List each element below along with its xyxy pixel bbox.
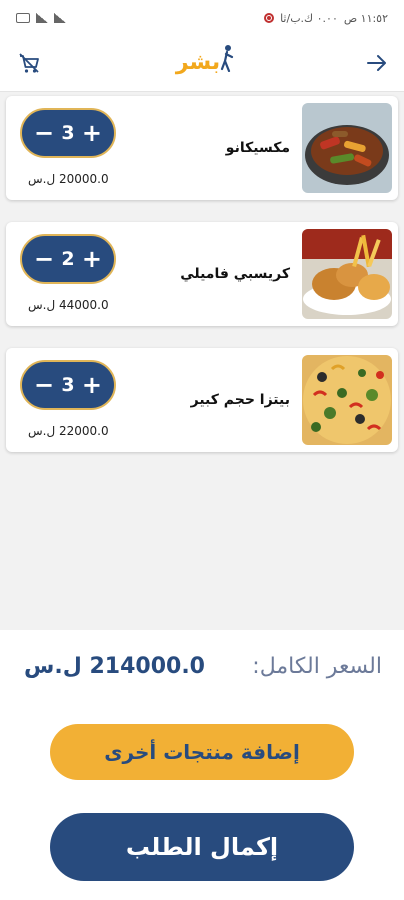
quantity-value: 2 xyxy=(61,248,75,270)
signal-icon-2 xyxy=(54,13,66,23)
quantity-stepper: − 3 + xyxy=(20,360,116,410)
product-name: كريسبي فاميلي xyxy=(180,266,290,282)
total-value: 214000.0 ل.س xyxy=(24,654,205,679)
total-label: السعر الكامل: xyxy=(252,654,382,679)
status-info: ١١:٥٢ ص ٠.٠٠ ك.ب/ثا xyxy=(264,12,388,25)
cart-off-icon xyxy=(19,53,39,73)
quantity-value: 3 xyxy=(61,374,75,396)
app-header: بشر xyxy=(0,36,404,92)
record-icon xyxy=(264,13,275,23)
product-price: 44000.0 ل.س xyxy=(28,298,109,312)
battery-icon xyxy=(16,13,30,23)
arrow-forward-icon xyxy=(367,55,386,71)
quantity-stepper: − 2 + xyxy=(20,234,116,284)
decrease-quantity-button[interactable]: − xyxy=(34,373,54,397)
status-notice: ٠.٠٠ ك.ب/ثا xyxy=(280,11,338,25)
add-more-products-button[interactable]: إضافة منتجات أخرى xyxy=(50,724,354,780)
runner-logo-icon xyxy=(220,45,234,72)
signal-icon xyxy=(36,13,48,23)
product-name: مكسيكانو xyxy=(225,140,290,156)
back-button[interactable] xyxy=(364,50,390,76)
decrease-quantity-button[interactable]: − xyxy=(34,247,54,271)
increase-quantity-button[interactable]: + xyxy=(82,247,102,271)
product-price: 20000.0 ل.س xyxy=(28,172,109,186)
product-image-fajita xyxy=(302,103,392,193)
cart-item-card: بيتزا حجم كبير − 3 + 22000.0 ل.س xyxy=(6,348,398,452)
total-row: السعر الكامل: 214000.0 ل.س xyxy=(0,652,404,686)
product-name: بيتزا حجم كبير xyxy=(190,392,290,408)
product-price: 22000.0 ل.س xyxy=(28,424,109,438)
increase-quantity-button[interactable]: + xyxy=(82,121,102,145)
product-image-pizza xyxy=(302,355,392,445)
quantity-value: 3 xyxy=(61,122,75,144)
logo-text: بشر xyxy=(175,50,221,75)
decrease-quantity-button[interactable]: − xyxy=(34,121,54,145)
product-image-crispy xyxy=(302,229,392,319)
cart-item-card: مكسيكانو − 3 + 20000.0 ل.س xyxy=(6,96,398,200)
complete-order-button[interactable]: إكمال الطلب xyxy=(50,813,354,881)
status-icons xyxy=(16,13,66,23)
cart-item-card: كريسبي فاميلي − 2 + 44000.0 ل.س xyxy=(6,222,398,326)
checkout-panel: السعر الكامل: 214000.0 ل.س إضافة منتجات … xyxy=(0,630,404,900)
clear-cart-button[interactable] xyxy=(16,50,42,76)
status-bar: ١١:٥٢ ص ٠.٠٠ ك.ب/ثا xyxy=(0,0,404,36)
increase-quantity-button[interactable]: + xyxy=(82,373,102,397)
app-logo: بشر xyxy=(170,44,236,84)
status-time: ١١:٥٢ ص xyxy=(343,11,388,25)
quantity-stepper: − 3 + xyxy=(20,108,116,158)
